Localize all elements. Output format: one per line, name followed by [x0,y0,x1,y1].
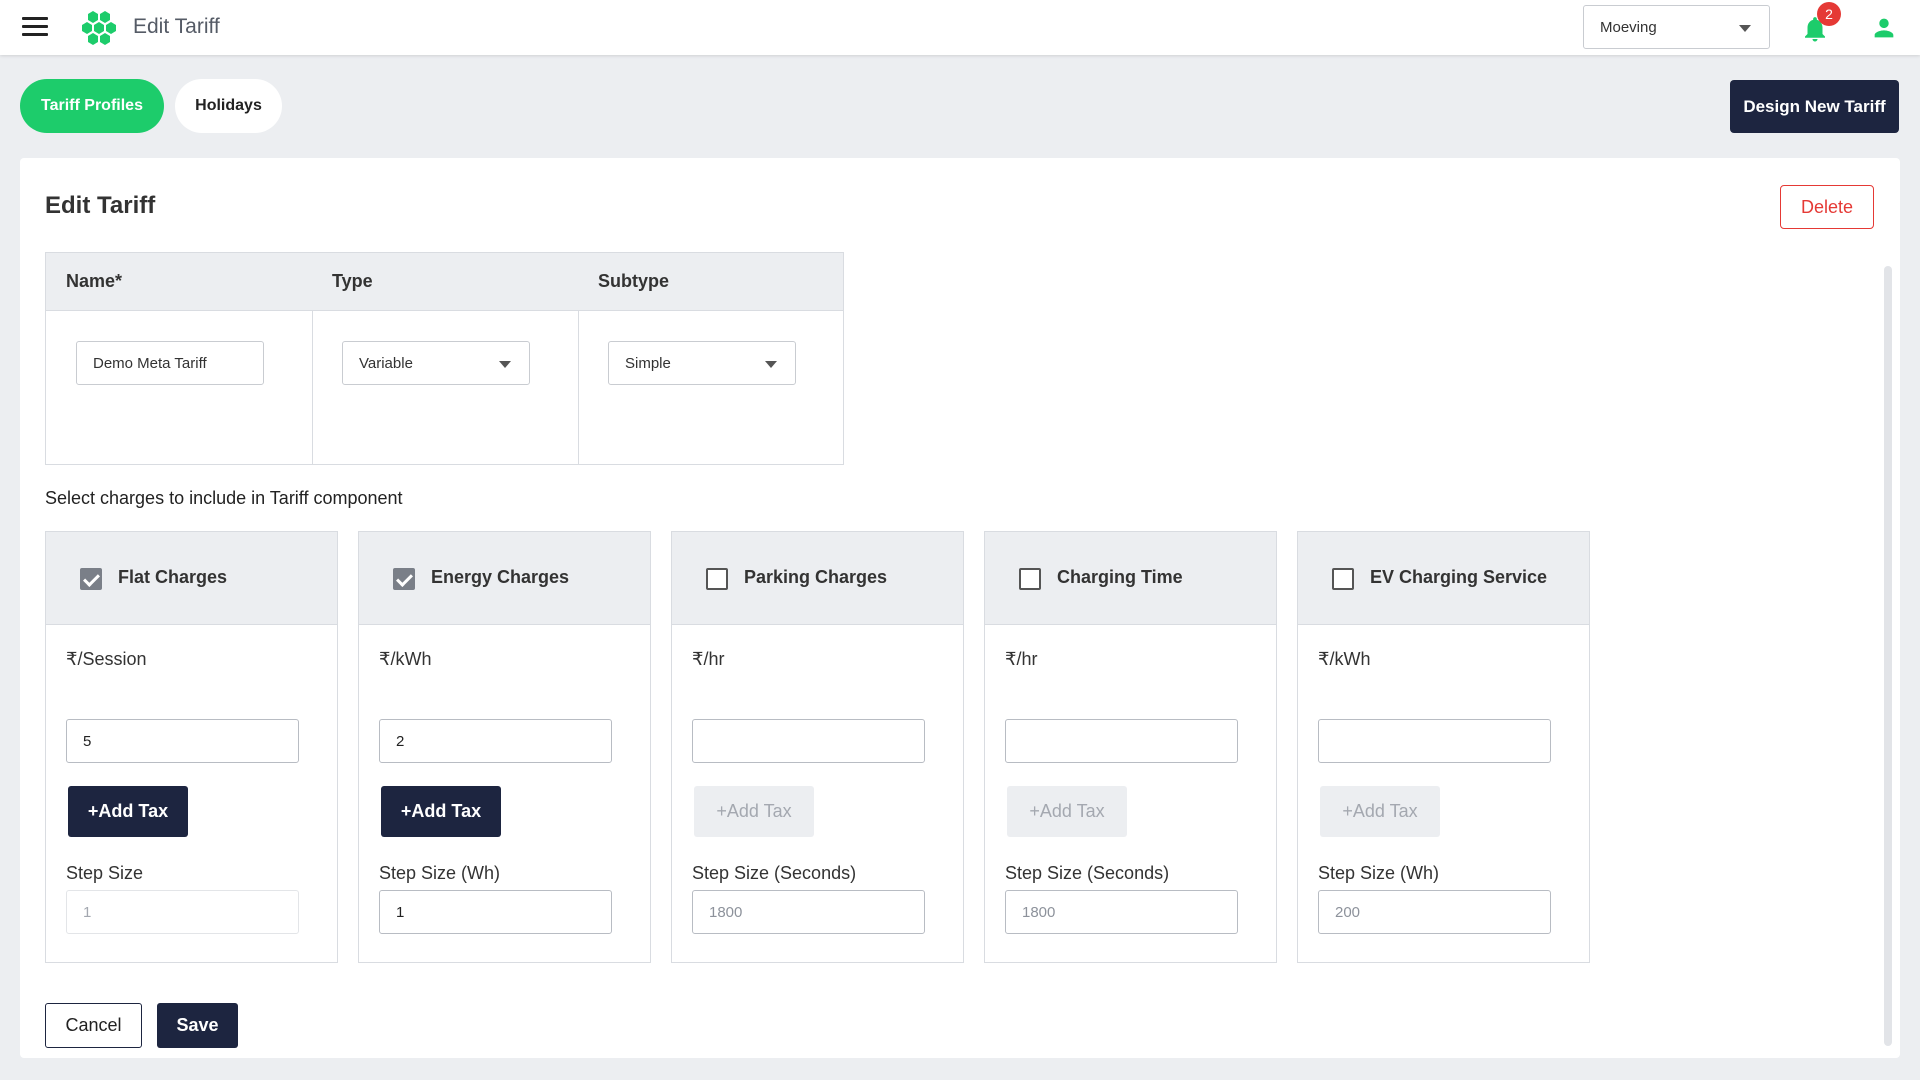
edit-tariff-panel: Edit Tariff Delete Name* Type Subtype De… [20,158,1900,1058]
card-header: Flat Charges [46,532,337,625]
step-size-value: 1 [396,904,405,921]
flat-charges-checkbox[interactable] [80,568,102,590]
flat-charges-card: Flat Charges ₹/Session 5 +Add Tax Step S… [45,531,338,963]
parking-charges-card: Parking Charges ₹/hr +Add Tax Step Size … [671,531,964,963]
step-size-value: 200 [1335,904,1361,921]
step-size-value: 1800 [709,904,743,921]
step-size-label: Step Size (Wh) [1318,863,1440,883]
step-size-value: 1 [83,904,92,921]
charges-instruction: Select charges to include in Tariff comp… [45,488,403,508]
add-tax-button: +Add Tax [694,786,814,837]
step-size-input[interactable]: 1 [379,890,612,934]
charging-time-input[interactable] [1005,719,1238,763]
unit-label: ₹/kWh [379,649,432,669]
type-header: Type [332,271,373,291]
energy-charges-checkbox[interactable] [393,568,415,590]
design-new-tariff-button[interactable]: Design New Tariff [1730,80,1899,133]
tariff-name-value: Demo Meta Tariff [93,355,207,372]
card-title: Flat Charges [118,567,228,587]
unit-label: ₹/hr [1005,649,1038,669]
tariff-info-header: Name* Type Subtype [46,253,843,311]
organization-select-value: Moeving [1600,19,1657,36]
tab-holidays[interactable]: Holidays [175,79,282,133]
card-header: Charging Time [985,532,1276,625]
charging-time-checkbox[interactable] [1019,568,1041,590]
step-size-label: Step Size [66,863,144,883]
card-title: EV Charging Service [1370,567,1548,587]
step-size-label: Step Size (Seconds) [692,863,857,883]
tariff-type-select[interactable]: Variable [342,341,530,385]
column-divider [312,311,313,465]
tariff-subtype-select[interactable]: Simple [608,341,796,385]
name-header: Name* [66,271,123,291]
card-header: Parking Charges [672,532,963,625]
cancel-button[interactable]: Cancel [45,1003,142,1048]
tab-tariff-profiles[interactable]: Tariff Profiles [20,79,164,133]
chevron-down-icon [1739,25,1751,32]
charging-time-card: Charging Time ₹/hr +Add Tax Step Size (S… [984,531,1277,963]
subtype-header: Subtype [598,271,670,291]
tariff-name-input[interactable]: Demo Meta Tariff [76,341,264,385]
scrollbar[interactable] [1884,266,1892,1046]
ev-charging-service-card: EV Charging Service ₹/kWh +Add Tax Step … [1297,531,1590,963]
flat-charges-input[interactable]: 5 [66,719,299,763]
page-title: Edit Tariff [133,15,220,38]
step-size-input: 1 [66,890,299,934]
hamburger-menu-icon[interactable] [22,17,48,39]
tariff-type-value: Variable [359,355,413,372]
step-size-value: 1800 [1022,904,1056,921]
organization-select[interactable]: Moeving [1583,5,1770,49]
ev-charging-service-checkbox[interactable] [1332,568,1354,590]
chevron-down-icon [765,361,777,368]
energy-charges-input[interactable]: 2 [379,719,612,763]
unit-label: ₹/Session [66,649,147,669]
add-tax-button: +Add Tax [1007,786,1127,837]
user-icon[interactable] [1870,14,1898,42]
step-size-label: Step Size (Seconds) [1005,863,1170,883]
add-tax-button[interactable]: +Add Tax [68,786,188,837]
hexagon-cluster-logo [82,11,116,45]
parking-charges-checkbox[interactable] [706,568,728,590]
column-divider [578,311,579,465]
input-value: 2 [396,733,405,750]
card-title: Parking Charges [744,567,888,587]
add-tax-button[interactable]: +Add Tax [381,786,501,837]
step-size-input[interactable]: 1800 [1005,890,1238,934]
panel-title: Edit Tariff [45,192,156,219]
step-size-input[interactable]: 1800 [692,890,925,934]
card-header: Energy Charges [359,532,650,625]
tariff-info-table: Name* Type Subtype Demo Meta Tariff Vari… [45,252,844,465]
unit-label: ₹/hr [692,649,725,669]
ev-charging-service-input[interactable] [1318,719,1551,763]
input-value: 5 [83,733,92,750]
chevron-down-icon [499,361,511,368]
card-header: EV Charging Service [1298,532,1589,625]
card-title: Charging Time [1057,567,1183,587]
card-title: Energy Charges [431,567,570,587]
unit-label: ₹/kWh [1318,649,1371,669]
step-size-label: Step Size (Wh) [379,863,501,883]
add-tax-button: +Add Tax [1320,786,1440,837]
energy-charges-card: Energy Charges ₹/kWh 2 +Add Tax Step Siz… [358,531,651,963]
top-bar: Edit Tariff Moeving 2 [0,0,1920,55]
notification-badge: 2 [1817,2,1841,26]
tariff-subtype-value: Simple [625,355,671,372]
parking-charges-input[interactable] [692,719,925,763]
delete-button[interactable]: Delete [1780,185,1874,229]
step-size-input[interactable]: 200 [1318,890,1551,934]
save-button[interactable]: Save [157,1003,238,1048]
